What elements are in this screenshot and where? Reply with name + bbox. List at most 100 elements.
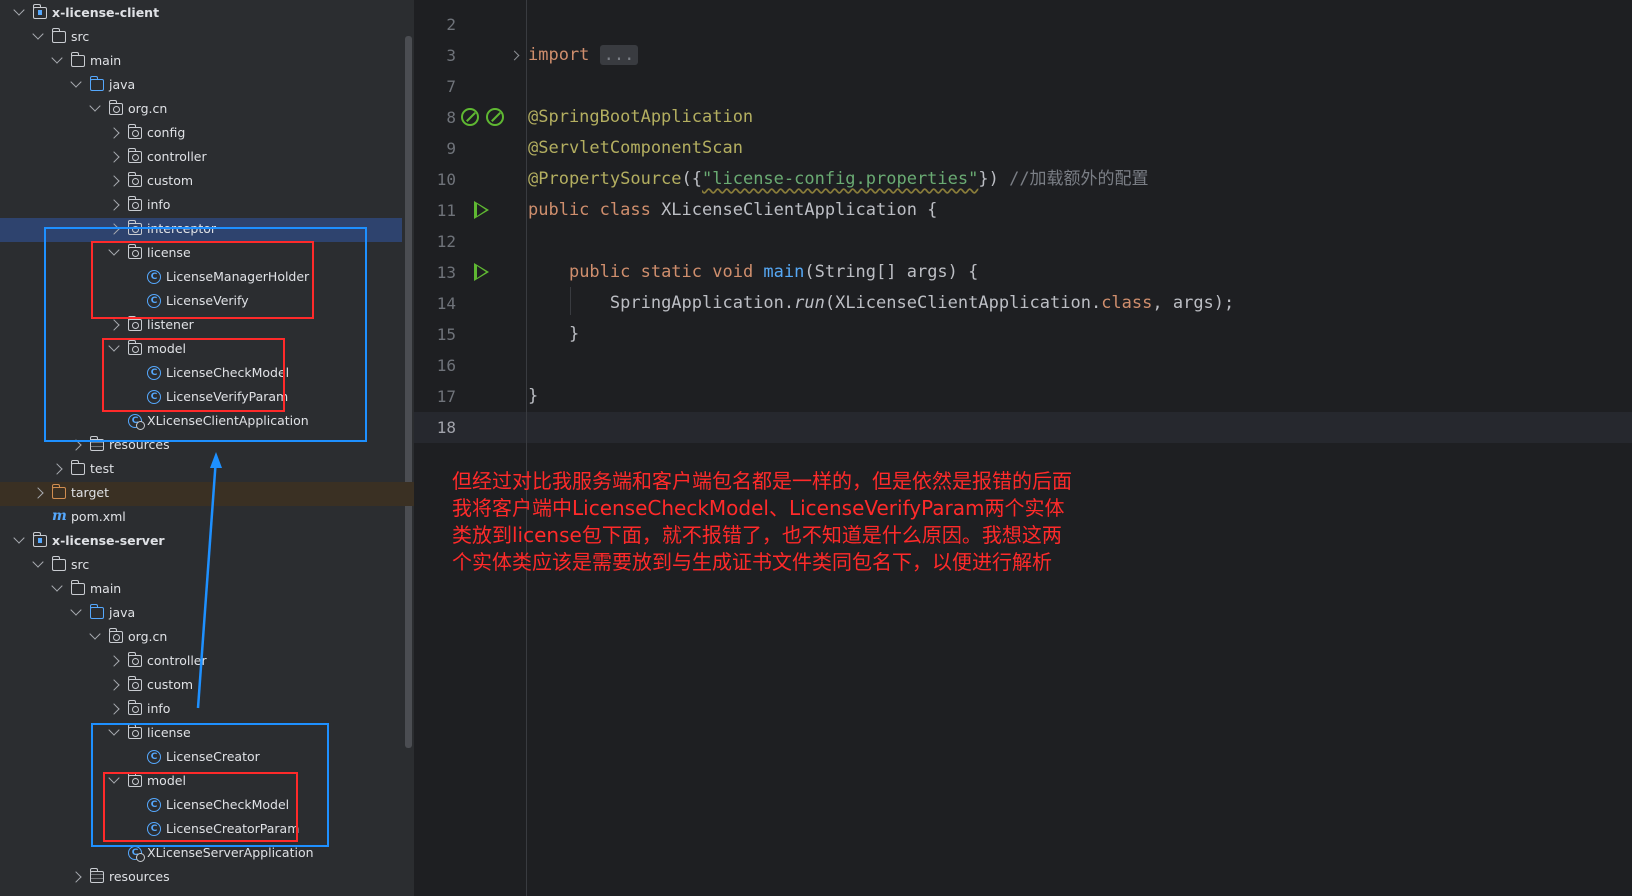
line-number: 10: [436, 170, 456, 189]
chevron-down-icon[interactable]: [32, 556, 44, 568]
chevron-right-icon[interactable]: [32, 487, 44, 499]
tree-item-org-cn[interactable]: org.cn: [0, 626, 414, 650]
code-line-14: SpringApplication.run(XLicenseClientAppl…: [609, 293, 1235, 313]
tree-item-licenseverify[interactable]: C LicenseVerify: [0, 290, 414, 314]
tree-item-java[interactable]: java: [0, 74, 414, 98]
chevron-right-icon[interactable]: [108, 223, 120, 235]
class-icon: C: [147, 366, 161, 380]
tree-item-custom[interactable]: custom: [0, 674, 414, 698]
tree-item-org-cn[interactable]: org.cn: [0, 98, 414, 122]
chevron-down-icon[interactable]: [108, 772, 120, 784]
tree-item-x-license-client[interactable]: x-license-client: [0, 2, 414, 26]
line-number: 15: [436, 325, 456, 344]
chevron-down-icon[interactable]: [108, 340, 120, 352]
line-number: 16: [436, 356, 456, 375]
chevron-down-icon[interactable]: [51, 52, 63, 64]
tree-item-label: org.cn: [128, 629, 168, 644]
chevron-right-icon[interactable]: [108, 151, 120, 163]
tree-item-label: LicenseVerify: [166, 293, 249, 308]
tree-item-resources[interactable]: resources: [0, 434, 414, 458]
tree-item-info[interactable]: info: [0, 698, 414, 722]
chevron-down-icon[interactable]: [13, 532, 25, 544]
chevron-down-icon[interactable]: [89, 628, 101, 640]
chevron-right-icon[interactable]: [108, 655, 120, 667]
code-line-11: public class XLicenseClientApplication {: [528, 200, 938, 220]
tree-item-licensecreator[interactable]: C LicenseCreator: [0, 746, 414, 770]
tree-item-main[interactable]: main: [0, 50, 414, 74]
chevron-right-icon[interactable]: [70, 871, 82, 883]
tree-item-info[interactable]: info: [0, 194, 414, 218]
tree-item-test[interactable]: test: [0, 458, 414, 482]
folder-icon: [71, 580, 85, 595]
chevron-right-icon[interactable]: [108, 175, 120, 187]
chevron-right-icon[interactable]: [108, 199, 120, 211]
tree-item-pom-xml[interactable]: m pom.xml: [0, 506, 414, 530]
tree-item-target[interactable]: target: [0, 482, 414, 506]
chevron-right-icon[interactable]: [108, 127, 120, 139]
chevron-right-icon[interactable]: [51, 463, 63, 475]
tree-item-label: info: [147, 197, 171, 212]
chevron-right-icon[interactable]: [70, 439, 82, 451]
tree-item-main[interactable]: main: [0, 578, 414, 602]
tree-item-label: config: [147, 125, 186, 140]
fold-expand-icon[interactable]: [509, 50, 520, 61]
tree-item-label: org.cn: [128, 101, 168, 116]
tree-item-controller[interactable]: controller: [0, 650, 414, 674]
chevron-down-icon[interactable]: [70, 76, 82, 88]
module-icon: [33, 532, 47, 547]
chevron-down-icon[interactable]: [13, 4, 25, 16]
chevron-down-icon[interactable]: [70, 604, 82, 616]
chevron-down-icon[interactable]: [32, 28, 44, 40]
tree-item-listener[interactable]: listener: [0, 314, 414, 338]
tree-item-licensemanagerholder[interactable]: C LicenseManagerHolder: [0, 266, 414, 290]
spring-bean-icon[interactable]: [461, 108, 479, 126]
tree-item-licensecheckmodel[interactable]: C LicenseCheckModel: [0, 362, 414, 386]
tree-item-xlicenseserverapplication[interactable]: C XLicenseServerApplication: [0, 842, 414, 866]
tree-item-resources[interactable]: resources: [0, 866, 414, 890]
tree-item-license[interactable]: license: [0, 722, 414, 746]
folded-imports[interactable]: ...: [599, 45, 639, 65]
tree-item-label: resources: [109, 437, 170, 452]
package-icon: [128, 340, 142, 355]
package-icon: [128, 148, 142, 163]
tree-item-label: info: [147, 701, 171, 716]
package-icon: [128, 244, 142, 259]
chevron-right-icon[interactable]: [108, 703, 120, 715]
chevron-right-icon[interactable]: [108, 319, 120, 331]
folder-icon: [71, 52, 85, 67]
tree-item-xlicenseclientapplication[interactable]: C XLicenseClientApplication: [0, 410, 414, 434]
tree-item-label: main: [90, 581, 122, 596]
tree-item-label: src: [71, 29, 90, 44]
tree-item-controller[interactable]: controller: [0, 146, 414, 170]
run-main-icon[interactable]: [474, 263, 489, 281]
tree-item-licensecheckmodel[interactable]: C LicenseCheckModel: [0, 794, 414, 818]
tree-item-licenseverifyparam[interactable]: C LicenseVerifyParam: [0, 386, 414, 410]
line-number: 2: [446, 15, 456, 34]
chevron-down-icon[interactable]: [108, 244, 120, 256]
chevron-right-icon[interactable]: [108, 679, 120, 691]
tree-item-licensecreatorparam[interactable]: C LicenseCreatorParam: [0, 818, 414, 842]
spring-config-icon[interactable]: [486, 108, 504, 126]
run-class-icon[interactable]: [474, 201, 489, 219]
spring-app-class-icon: C: [128, 414, 145, 430]
tree-item-src[interactable]: src: [0, 554, 414, 578]
tree-item-label: target: [71, 485, 110, 500]
folder-icon: [71, 460, 85, 475]
tree-item-x-license-server[interactable]: x-license-server: [0, 530, 414, 554]
tree-item-interceptor[interactable]: interceptor: [0, 218, 402, 242]
chevron-down-icon[interactable]: [89, 100, 101, 112]
tree-item-label: controller: [147, 149, 207, 164]
tree-item-config[interactable]: config: [0, 122, 414, 146]
tree-item-license[interactable]: license: [0, 242, 414, 266]
chevron-down-icon[interactable]: [51, 580, 63, 592]
tree-item-model[interactable]: model: [0, 338, 414, 362]
spring-app-class-icon: C: [128, 846, 145, 862]
tree-item-src[interactable]: src: [0, 26, 414, 50]
tree-item-model[interactable]: model: [0, 770, 414, 794]
tree-item-java[interactable]: java: [0, 602, 414, 626]
source-folder-icon: [90, 604, 104, 619]
chevron-down-icon[interactable]: [108, 724, 120, 736]
maven-icon: m: [52, 508, 67, 524]
tree-item-label: custom: [147, 173, 194, 188]
tree-item-custom[interactable]: custom: [0, 170, 414, 194]
